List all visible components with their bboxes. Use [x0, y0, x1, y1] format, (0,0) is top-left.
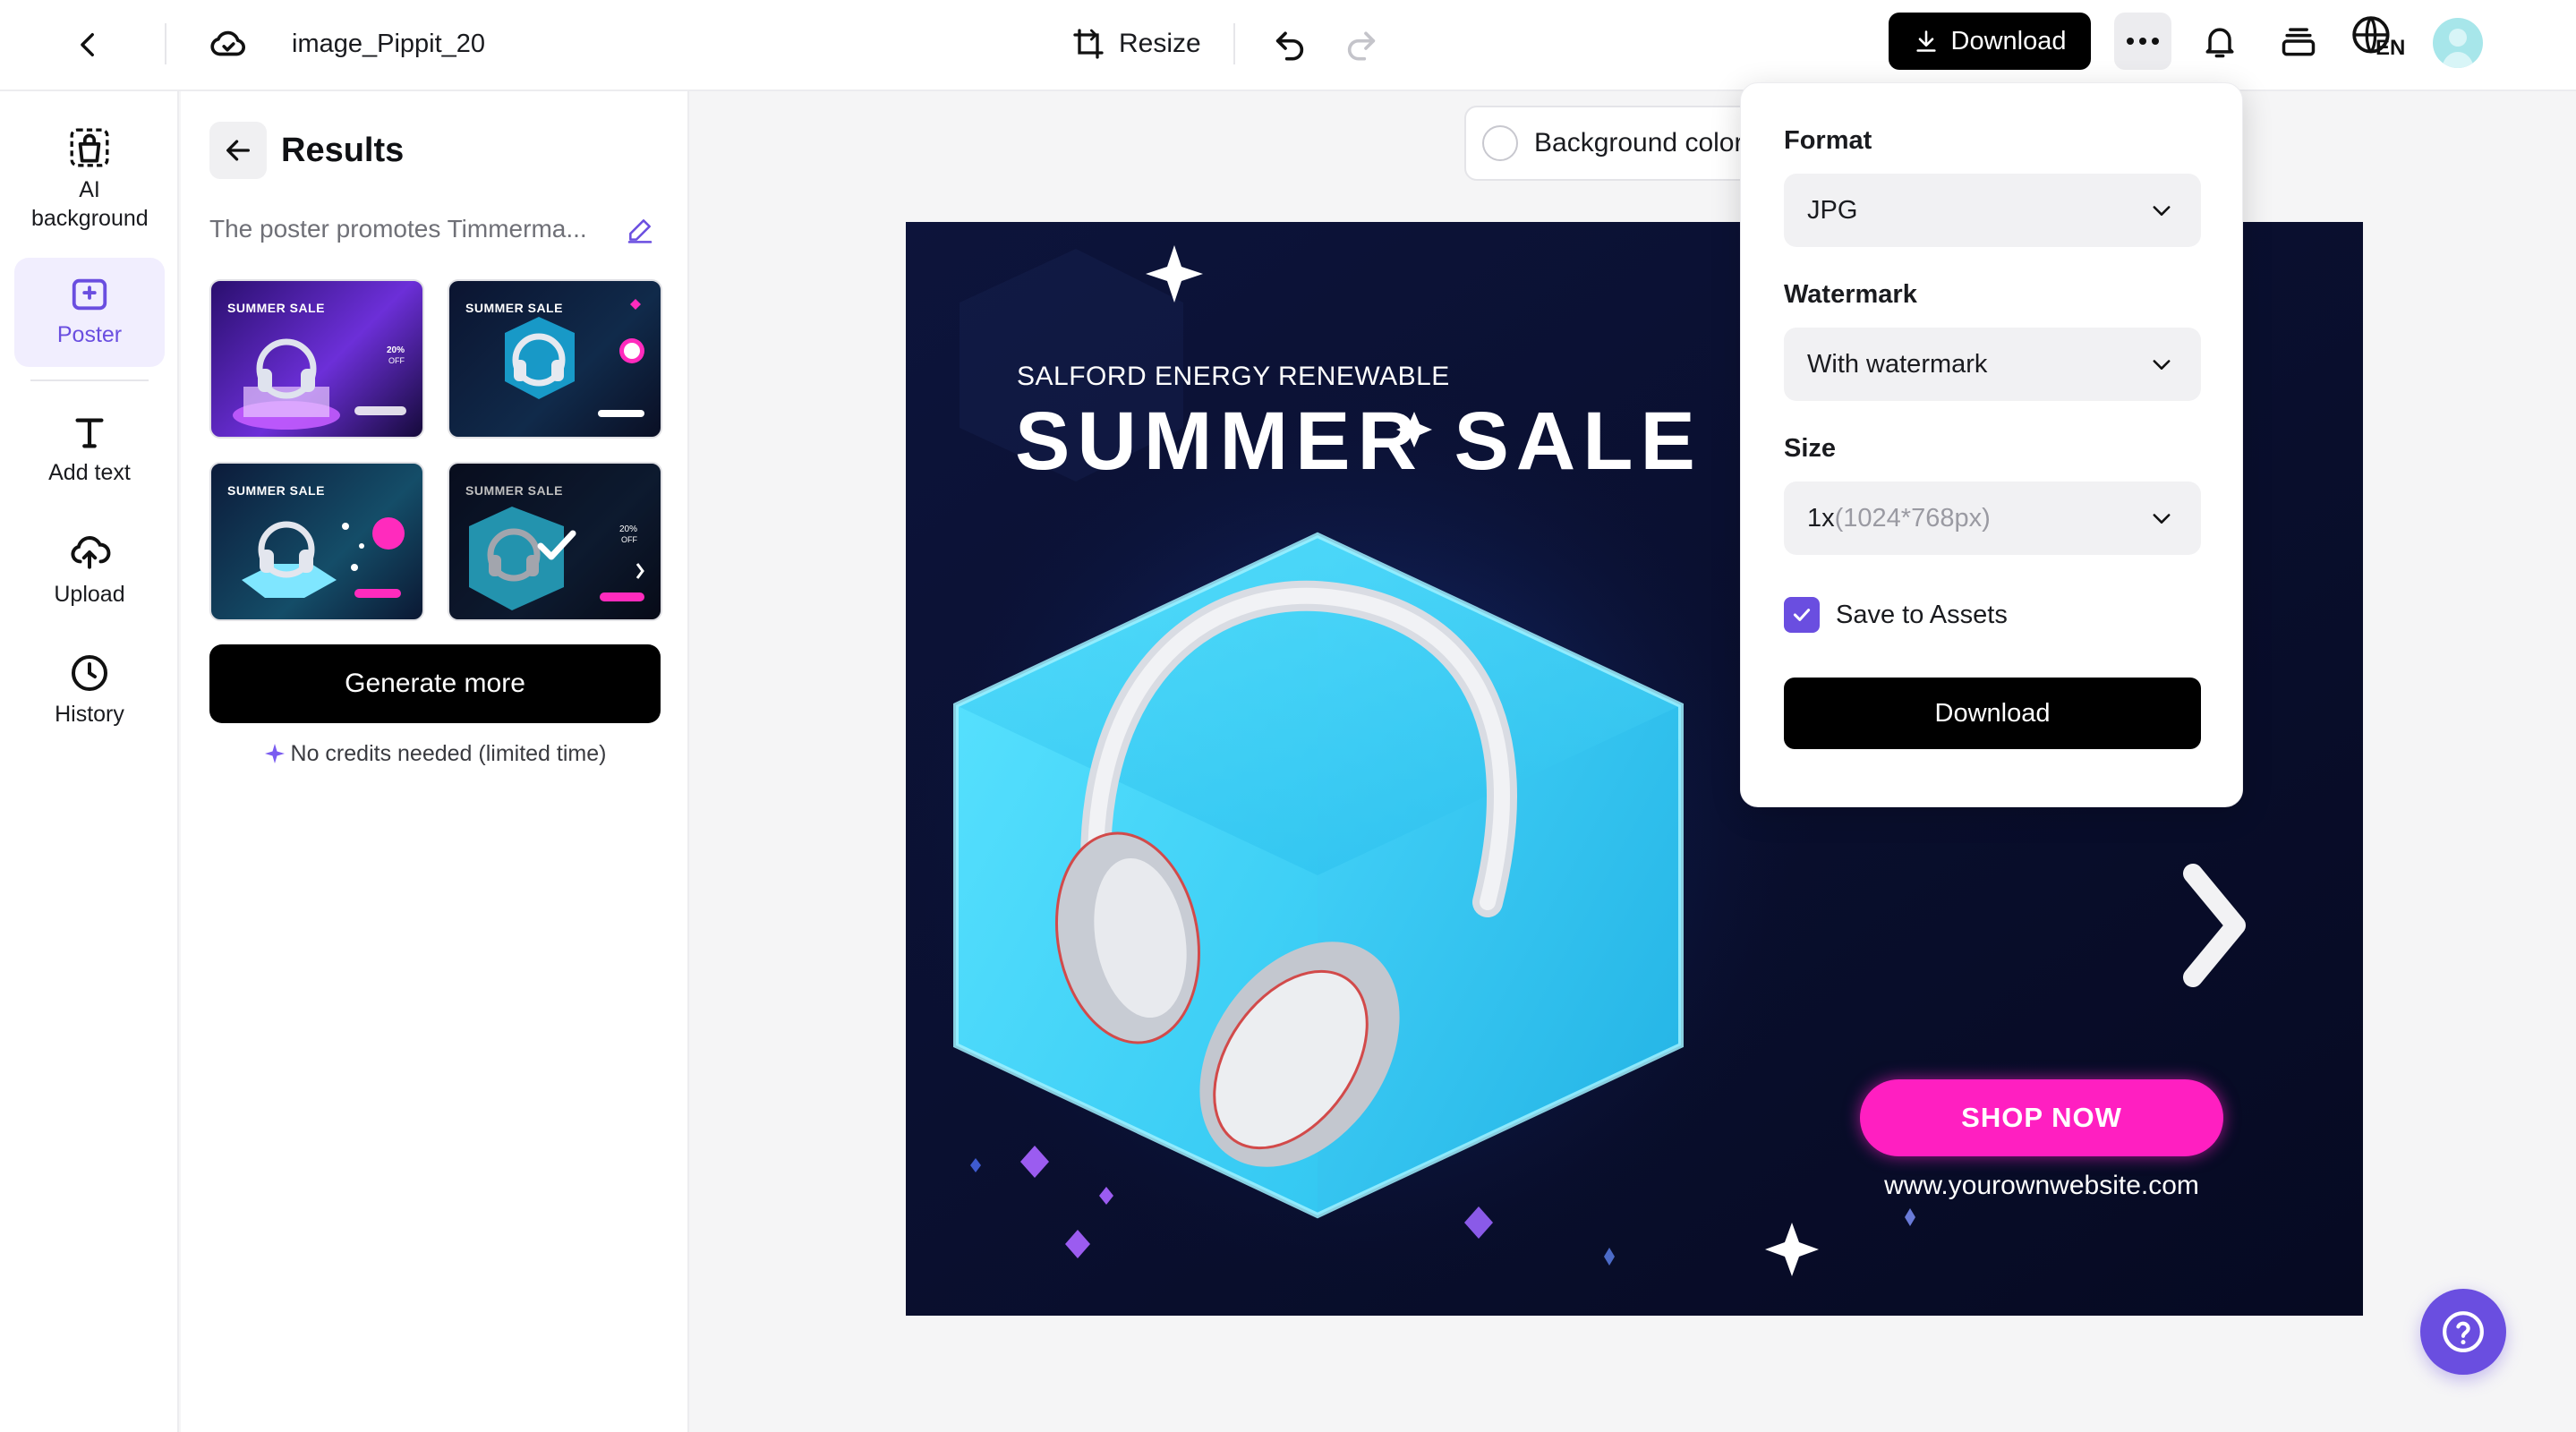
- result-thumbnail-4-selected[interactable]: SUMMER SALE 20% OFF: [448, 462, 662, 621]
- format-value: JPG: [1807, 195, 1858, 225]
- resize-label: Resize: [1119, 29, 1201, 58]
- pencil-icon: [627, 219, 653, 243]
- chevron-down-icon: [2153, 360, 2171, 370]
- background-color-label: Background color: [1534, 128, 1744, 158]
- poster-subtitle: SALFORD ENERGY RENEWABLE: [1017, 362, 1450, 391]
- rail-item-label: Add text: [48, 460, 131, 485]
- redo-icon: [1347, 31, 1376, 61]
- assets-button[interactable]: [2273, 16, 2324, 66]
- confirm-download-button[interactable]: Download: [1784, 678, 2201, 749]
- divider: [1233, 23, 1235, 64]
- top-bar: image_Pippit_20 Resize Download EN: [0, 0, 2576, 91]
- rail-item-label: AI background: [31, 177, 149, 231]
- result-thumbnail-1[interactable]: SUMMER SALE 20% OFF: [209, 279, 424, 439]
- divider: [30, 379, 149, 381]
- checkbox-checked[interactable]: [1784, 597, 1820, 633]
- svg-text:OFF: OFF: [621, 535, 637, 544]
- size-dimensions: (1024*768px): [1834, 503, 1991, 533]
- language-button[interactable]: EN: [2350, 14, 2413, 68]
- resize-icon: [1073, 29, 1104, 59]
- rail-item-label: Poster: [56, 322, 123, 347]
- undo-icon: [1275, 31, 1304, 61]
- rail-item-label: Upload: [54, 582, 125, 607]
- rail-item-ai-background[interactable]: AI background: [14, 116, 165, 260]
- help-button[interactable]: [2420, 1289, 2506, 1375]
- download-label: Download: [1950, 26, 2067, 55]
- check-icon: [1793, 609, 1811, 621]
- result-thumbnail-2[interactable]: SUMMER SALE: [448, 279, 662, 439]
- question-icon: [2443, 1311, 2484, 1352]
- language-code: EN: [2376, 36, 2406, 60]
- results-title: Results: [281, 132, 405, 169]
- tool-rail: AI background Poster Add text Upload His…: [0, 91, 179, 1432]
- sparkle-icon: [264, 744, 285, 763]
- size-label: Size: [1784, 434, 1837, 463]
- save-to-assets-label: Save to Assets: [1836, 600, 2008, 629]
- shop-now-button[interactable]: SHOP NOW: [1860, 1079, 2223, 1156]
- svg-text:20%: 20%: [387, 345, 405, 355]
- color-swatch: [1482, 125, 1518, 161]
- more-button[interactable]: [2114, 13, 2171, 70]
- arrow-left-icon: [226, 140, 250, 161]
- result-thumbnail-3[interactable]: SUMMER SALE: [209, 462, 424, 621]
- watermark-value: With watermark: [1807, 349, 1988, 379]
- results-panel: Results The poster promotes Timmerma... …: [181, 91, 689, 1432]
- upload-icon: [71, 536, 111, 569]
- size-multiplier: 1x: [1807, 503, 1835, 533]
- notifications-button[interactable]: [2195, 16, 2245, 66]
- format-label: Format: [1784, 126, 1872, 155]
- download-icon: [1915, 30, 1936, 52]
- rail-item-add-text[interactable]: Add text: [14, 403, 165, 501]
- size-value: 1x(1024*768px): [1807, 504, 1991, 533]
- file-name[interactable]: image_Pippit_20: [292, 23, 485, 64]
- avatar[interactable]: [2433, 18, 2483, 68]
- text-icon: [75, 418, 104, 448]
- rail-item-history[interactable]: History: [14, 646, 165, 745]
- layers-icon: [2282, 28, 2316, 56]
- rail-item-upload[interactable]: Upload: [14, 524, 165, 623]
- back-button[interactable]: [66, 22, 111, 67]
- more-icon: [2127, 38, 2159, 45]
- clock-icon: [72, 655, 107, 691]
- save-to-assets-checkbox[interactable]: Save to Assets: [1784, 597, 2008, 633]
- bag-icon: [70, 128, 109, 167]
- chevron-down-icon: [2153, 206, 2171, 216]
- undo-button[interactable]: [1266, 20, 1314, 68]
- poster-icon: [72, 278, 107, 311]
- cloud-icon: [210, 30, 245, 56]
- redo-button[interactable]: [1337, 20, 1386, 68]
- svg-text:OFF: OFF: [388, 356, 405, 365]
- size-select[interactable]: 1x(1024*768px): [1784, 482, 2201, 555]
- resize-button[interactable]: Resize: [1070, 20, 1201, 68]
- prompt-text[interactable]: The poster promotes Timmerma...: [209, 209, 603, 249]
- watermark-select[interactable]: With watermark: [1784, 328, 2201, 401]
- download-button[interactable]: Download: [1889, 13, 2091, 70]
- chevron-left-icon: [81, 32, 94, 57]
- rail-item-label: History: [55, 702, 124, 727]
- bell-icon: [2205, 28, 2234, 58]
- rail-item-poster[interactable]: Poster: [14, 258, 165, 367]
- chevron-down-icon: [2153, 514, 2171, 524]
- credits-text: No credits needed (limited time): [290, 741, 607, 766]
- generate-more-button[interactable]: Generate more: [209, 644, 661, 723]
- credits-note: No credits needed (limited time): [209, 736, 661, 771]
- download-menu: Format JPG Watermark With watermark Size…: [1740, 82, 2243, 807]
- cloud-save-button[interactable]: [204, 20, 252, 68]
- poster-website: www.yourownwebsite.com: [1884, 1171, 2199, 1200]
- edit-prompt-button[interactable]: [621, 211, 659, 249]
- watermark-label: Watermark: [1784, 280, 1917, 309]
- divider: [165, 23, 166, 64]
- poster-title: SUMMER SALE: [1015, 396, 1702, 487]
- results-back-button[interactable]: [209, 122, 267, 179]
- svg-text:20%: 20%: [619, 524, 637, 534]
- format-select[interactable]: JPG: [1784, 174, 2201, 247]
